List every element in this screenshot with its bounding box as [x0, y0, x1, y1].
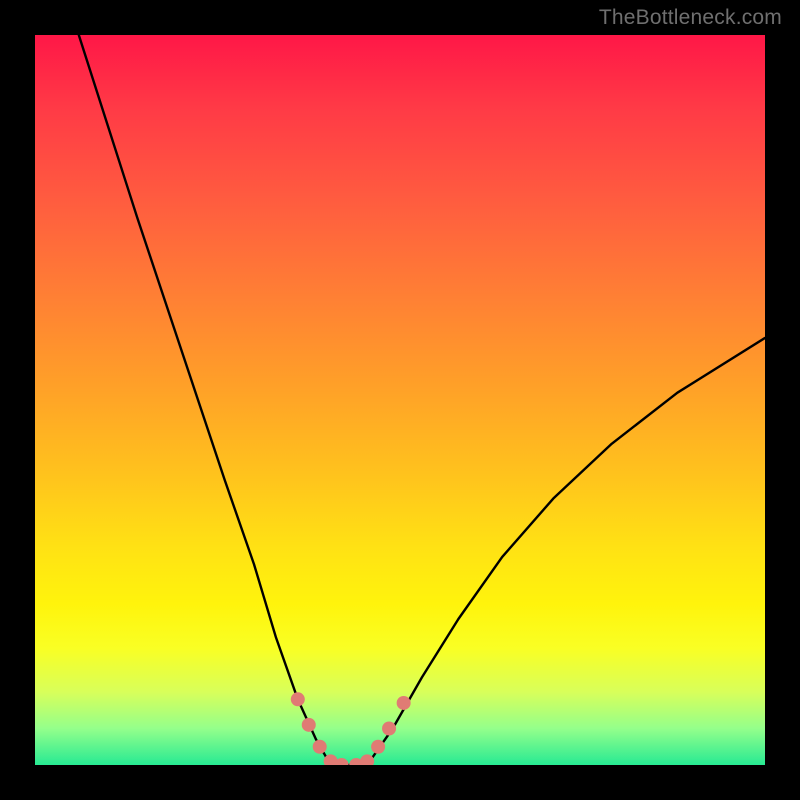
highlight-dot [371, 740, 385, 754]
chart-stage: TheBottleneck.com [0, 0, 800, 800]
highlight-dot-group [291, 692, 411, 765]
highlight-dot [360, 754, 374, 765]
highlight-dot [397, 696, 411, 710]
chart-marker-layer [35, 35, 765, 765]
highlight-dot [382, 722, 396, 736]
highlight-dot [302, 718, 316, 732]
watermark-text: TheBottleneck.com [599, 6, 782, 30]
highlight-dot [291, 692, 305, 706]
highlight-dot [313, 740, 327, 754]
